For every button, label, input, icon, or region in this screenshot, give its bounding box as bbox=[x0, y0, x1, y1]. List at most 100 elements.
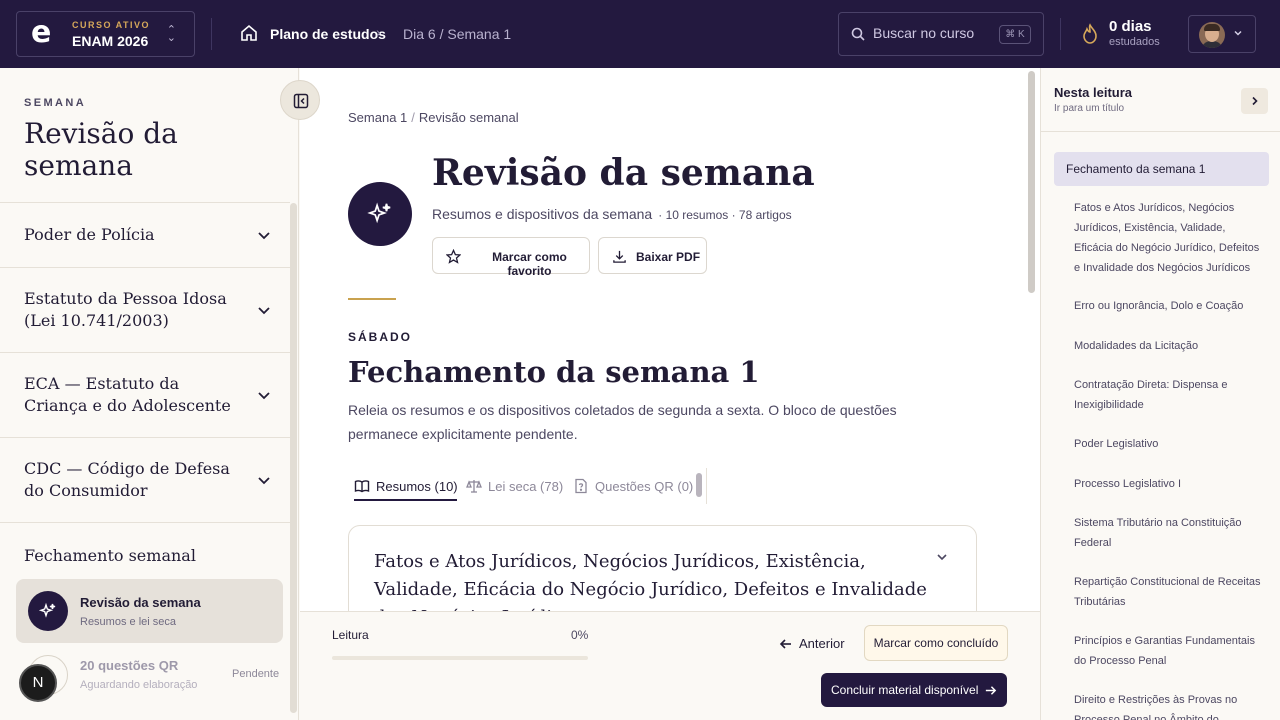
scale-icon bbox=[466, 480, 482, 493]
reading-footer: Leitura 0% Anterior Marcar como concluíd… bbox=[300, 611, 1040, 720]
arrow-left-icon bbox=[779, 639, 791, 649]
streak-counter: 0 dias estudados bbox=[1109, 18, 1160, 48]
chevron-up-down-icon: ⌃ ⌄ bbox=[166, 24, 176, 44]
sparkles-icon bbox=[28, 591, 68, 631]
breadcrumb-home[interactable]: Plano de estudos bbox=[270, 26, 386, 42]
favorite-button[interactable]: Marcar como favorito bbox=[432, 237, 590, 278]
toc-item[interactable]: Processo Legislativo I bbox=[1074, 474, 1262, 494]
course-selector[interactable]: e CURSO ATIVO ENAM 2026 ⌃ ⌄ bbox=[16, 11, 195, 57]
sidebar-collapse-icon bbox=[293, 93, 309, 109]
left-sidebar: SEMANA Revisão da semana Poder de Políci… bbox=[0, 68, 299, 720]
accordion-label: Estatuto da Pessoa Idosa (Lei 10.741/200… bbox=[24, 289, 227, 330]
sidebar-item-questoes-qr[interactable]: 20 questões QR Aguardando elaboração Pen… bbox=[16, 651, 283, 701]
search-shortcut: ⌘ K bbox=[999, 25, 1031, 44]
toc-item[interactable]: Repartição Constitucional de Receitas Tr… bbox=[1074, 572, 1262, 612]
status-badge: Pendente bbox=[232, 668, 280, 680]
download-pdf-button[interactable]: Baixar PDF bbox=[598, 237, 707, 274]
toc-item[interactable]: Erro ou Ignorância, Dolo e Coação bbox=[1074, 296, 1262, 316]
day-kicker: SÁBADO bbox=[348, 330, 413, 344]
accordion-poder-de-policia[interactable]: Poder de Polícia bbox=[0, 202, 290, 267]
download-icon bbox=[613, 250, 626, 263]
chevron-right-icon bbox=[1252, 96, 1258, 106]
tab-lei-seca[interactable]: Lei seca (78) bbox=[466, 471, 563, 501]
chevron-down-icon bbox=[258, 392, 270, 400]
divider bbox=[1060, 18, 1061, 50]
toc-item-active[interactable]: Fechamento da semana 1 bbox=[1054, 152, 1269, 186]
reading-percent: 0% bbox=[571, 628, 589, 642]
accordion-eca[interactable]: ECA — Estatuto da Criança e do Adolescen… bbox=[0, 352, 290, 437]
toc-item[interactable]: Fatos e Atos Jurídicos, Negócios Jurídic… bbox=[1074, 198, 1262, 278]
home-icon[interactable] bbox=[240, 24, 258, 42]
divider bbox=[706, 468, 707, 504]
search-icon bbox=[851, 27, 865, 41]
mark-complete-button[interactable]: Marcar como concluído bbox=[864, 625, 1008, 661]
top-bar: e CURSO ATIVO ENAM 2026 ⌃ ⌄ Plano de estu… bbox=[0, 0, 1280, 68]
sparkles-icon bbox=[348, 182, 412, 246]
accordion-label: Poder de Polícia bbox=[24, 225, 155, 244]
section-title: Fechamento da semana 1 bbox=[348, 355, 760, 389]
flame-icon bbox=[1083, 23, 1097, 44]
breadcrumb-review: Revisão semanal bbox=[418, 110, 519, 125]
toc-title: Nesta leitura bbox=[1054, 85, 1133, 100]
accordion-label: ECA — Estatuto da Criança e do Adolescen… bbox=[24, 374, 231, 415]
search-box[interactable]: ⌘ K bbox=[838, 12, 1044, 56]
page-title: Revisão da semana bbox=[432, 152, 815, 194]
sidebar-title: Revisão da semana bbox=[24, 117, 178, 182]
tabs-scrollbar[interactable] bbox=[696, 473, 702, 497]
arrow-right-icon bbox=[985, 686, 997, 695]
accordion-estatuto-pessoa-idosa[interactable]: Estatuto da Pessoa Idosa (Lei 10.741/200… bbox=[0, 267, 290, 352]
sidebar-scrollbar[interactable] bbox=[290, 203, 297, 713]
chevron-down-icon bbox=[258, 477, 270, 485]
chevron-down-icon[interactable] bbox=[935, 550, 949, 564]
toc-collapse-button[interactable] bbox=[1241, 88, 1268, 114]
tab-questoes-qr[interactable]: Questões QR (0) bbox=[573, 471, 693, 501]
tab-resumos[interactable]: Resumos (10) bbox=[354, 471, 458, 501]
course-name: ENAM 2026 bbox=[72, 32, 149, 49]
toc-item[interactable]: Contratação Direta: Dispensa e Inexigibi… bbox=[1074, 375, 1262, 415]
toc-item[interactable]: Poder Legislativo bbox=[1074, 434, 1262, 454]
chevron-right-icon: › bbox=[376, 24, 381, 40]
next-badge[interactable]: N bbox=[19, 664, 57, 702]
accordion-label: CDC — Código de Defesa do Consumidor bbox=[24, 459, 230, 500]
sidebar-item-title: 20 questões QR bbox=[80, 658, 179, 673]
question-file-icon bbox=[575, 478, 587, 494]
user-menu[interactable] bbox=[1188, 15, 1256, 53]
sidebar-item-sub: Resumos e lei seca bbox=[80, 616, 176, 628]
breadcrumb-week[interactable]: Semana 1 bbox=[348, 110, 407, 125]
collapse-sidebar-button[interactable] bbox=[280, 80, 320, 120]
chevron-down-icon bbox=[258, 232, 270, 240]
streak-days: 0 dias bbox=[1109, 18, 1152, 35]
page-meta: Resumos e dispositivos da semana · 10 res… bbox=[432, 206, 792, 222]
streak-label: estudados bbox=[1109, 36, 1160, 48]
toc-subtitle: Ir para um título bbox=[1054, 103, 1125, 114]
page-subtitle: Resumos e dispositivos da semana bbox=[432, 206, 653, 222]
finish-material-button[interactable]: Concluir material disponível bbox=[821, 673, 1007, 707]
section-description: Releia os resumos e os dispositivos cole… bbox=[348, 402, 897, 442]
avatar bbox=[1199, 22, 1225, 48]
main-scrollbar[interactable] bbox=[1028, 71, 1035, 293]
breadcrumb: Semana 1/Revisão semanal bbox=[348, 110, 519, 125]
sidebar-item-revisao-semana[interactable]: Revisão da semana Resumos e lei seca bbox=[16, 579, 283, 643]
toc-item[interactable]: Sistema Tributário na Constituição Feder… bbox=[1074, 513, 1262, 553]
weekly-section-title: Fechamento semanal bbox=[24, 546, 196, 565]
divider bbox=[211, 18, 212, 50]
course-label: CURSO ATIVO bbox=[72, 19, 151, 30]
accordion-cdc[interactable]: CDC — Código de Defesa do Consumidor bbox=[0, 437, 290, 523]
table-of-contents: Nesta leitura Ir para um título Fechamen… bbox=[1040, 68, 1280, 720]
page-counts: · 10 resumos · 78 artigos bbox=[658, 208, 792, 222]
previous-button[interactable]: Anterior bbox=[775, 626, 845, 660]
chevron-down-icon bbox=[258, 307, 270, 315]
sidebar-item-sub: Aguardando elaboração bbox=[80, 679, 198, 691]
toc-item[interactable]: Princípios e Garantias Fundamentais do P… bbox=[1074, 631, 1262, 671]
sidebar-kicker: SEMANA bbox=[24, 97, 87, 109]
star-icon bbox=[446, 249, 461, 264]
toc-item[interactable]: Direito e Restrições às Provas no Proces… bbox=[1074, 690, 1262, 720]
search-input[interactable] bbox=[873, 25, 993, 41]
brand-logo: e bbox=[31, 15, 52, 50]
toc-item[interactable]: Modalidades da Licitação bbox=[1074, 336, 1262, 356]
reading-progress-bar bbox=[332, 656, 588, 660]
chevron-down-icon bbox=[1234, 30, 1242, 36]
book-icon bbox=[354, 480, 370, 493]
breadcrumb-current: Dia 6 / Semana 1 bbox=[403, 26, 512, 42]
reading-label: Leitura bbox=[332, 628, 369, 642]
